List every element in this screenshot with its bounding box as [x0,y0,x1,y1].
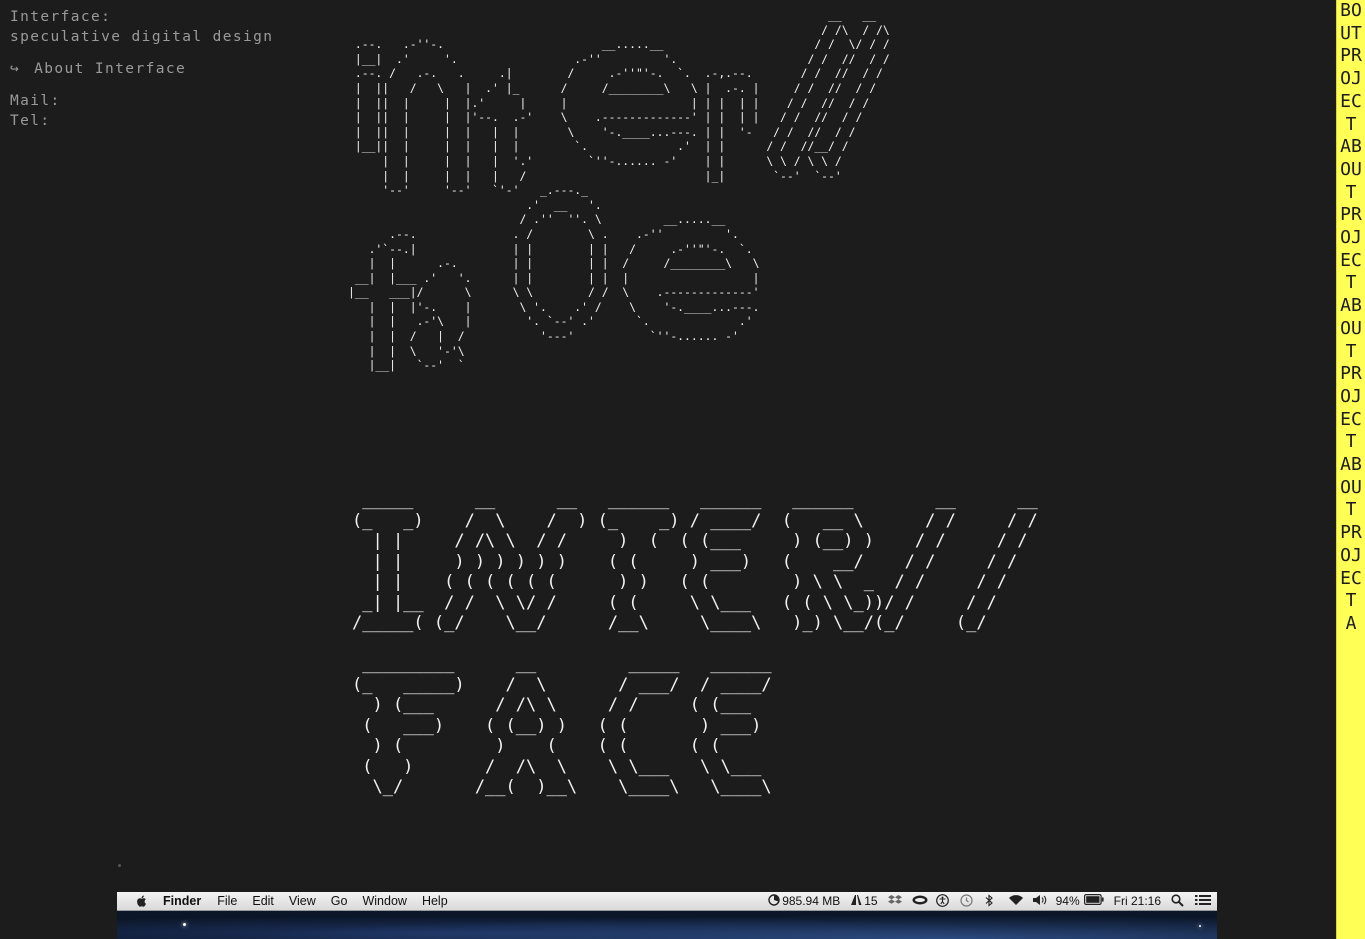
time-machine-status[interactable] [960,894,974,908]
wifi-icon [1008,894,1023,908]
side-navigation-strip[interactable]: BOUT PROJECT ABOUT PROJECT ABOUT PROJECT… [1336,0,1365,939]
battery-percent: 94% [1055,894,1080,908]
memory-icon [768,894,782,908]
mail-label: Mail: [10,93,61,109]
dropbox-icon [887,894,902,908]
bluetooth-icon [984,894,998,908]
side-nav-text[interactable]: BOUT PROJECT ABOUT PROJECT ABOUT PROJECT… [1337,0,1365,636]
wallpaper-star [183,923,186,926]
list-icon [1195,894,1211,908]
wallpaper-star [1199,925,1201,927]
adobe-icon [850,894,864,908]
battery-status[interactable]: 94% [1056,894,1104,908]
menu-finder[interactable]: Finder [163,894,201,908]
dropbox-status[interactable] [887,894,902,908]
tel-label: Tel: [10,113,51,129]
ascii-art-interface-block: _____ __ __ ______ ______ ______ __ __ (… [352,490,1038,797]
search-icon [1171,894,1185,908]
return-arrow-icon: ↪ [10,61,21,77]
adobe-status[interactable]: 15 [850,894,878,908]
contact-block: Mail: Tel: [10,91,273,131]
site-subtitle: speculative digital design [10,29,274,45]
about-interface-link[interactable]: ↪ About Interface [10,59,273,79]
bluetooth-status[interactable] [984,894,998,908]
menu-go[interactable]: Go [331,894,348,908]
clock[interactable]: Fri 21:16 [1114,894,1161,908]
adobe-count: 15 [864,894,878,908]
volume-status[interactable] [1032,894,1046,908]
accessibility-icon [935,894,950,908]
menu-window[interactable]: Window [362,894,406,908]
notification-center[interactable] [1195,894,1211,908]
site-info: Interface: speculative digital design ↪ A… [10,7,273,131]
embedded-desktop-screenshot: Finder File Edit View Go Window Help 985… [117,892,1217,939]
apple-icon[interactable] [135,894,149,908]
volume-icon [1032,894,1046,908]
wifi-status[interactable] [1008,894,1023,908]
about-interface-label: About Interface [34,61,187,77]
ascii-art-interface-script: __ __ / /\ / /\ .--. .-''-. __.....__ / … [348,8,890,373]
page: Interface: speculative digital design ↪ A… [0,0,1365,939]
memory-status[interactable]: 985.94 MB [768,894,840,908]
menu-file[interactable]: File [217,894,237,908]
site-title: Interface: [10,9,112,25]
menu-edit[interactable]: Edit [252,894,274,908]
menu-help[interactable]: Help [422,894,448,908]
spotlight-search[interactable] [1171,894,1185,908]
mac-menu-bar: Finder File Edit View Go Window Help 985… [117,892,1217,911]
memory-value: 985.94 MB [782,894,841,908]
menu-view[interactable]: View [289,894,316,908]
eye-icon [912,894,928,908]
time-machine-icon [960,894,974,908]
menu-bar-status-area: 985.94 MB 15 94% Fri 21:16 [758,892,1211,910]
desktop-wallpaper [117,911,1217,939]
decorative-dot [118,864,121,867]
eye-status[interactable] [912,894,928,908]
accessibility-status[interactable] [935,894,950,908]
battery-icon [1083,894,1104,908]
